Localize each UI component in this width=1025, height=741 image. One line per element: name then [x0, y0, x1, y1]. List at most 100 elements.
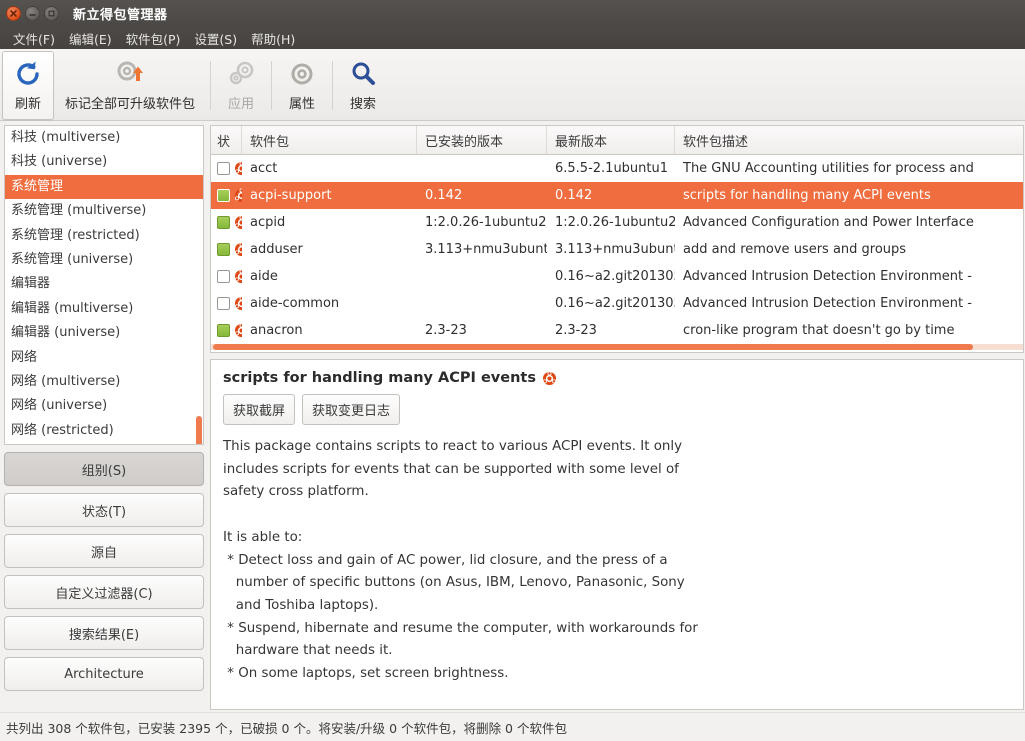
menu-settings[interactable]: 设置(S) [187, 27, 244, 50]
category-list[interactable]: 科技 (multiverse) 科技 (universe) 系统管理 系统管理 … [4, 125, 204, 445]
properties-icon [287, 57, 317, 91]
table-row[interactable]: anacron 2.3-23 2.3-23 cron-like program … [211, 317, 1023, 344]
menu-help[interactable]: 帮助(H) [244, 27, 302, 50]
column-header-installed-version[interactable]: 已安装的版本 [417, 126, 547, 154]
table-rows: acct 6.5.5-2.1ubuntu1 The GNU Accounting… [211, 155, 1023, 352]
close-icon[interactable] [6, 6, 21, 21]
detail-title-row: scripts for handling many ACPI events [223, 370, 1011, 386]
package-icon [234, 242, 242, 257]
row-latest-version: 0.142 [555, 188, 593, 203]
category-item[interactable]: 网络 [5, 346, 203, 370]
mark-upgrades-icon [114, 57, 146, 91]
menu-bar: 文件(F) 编辑(E) 软件包(P) 设置(S) 帮助(H) [0, 27, 1025, 49]
column-header-latest-version[interactable]: 最新版本 [547, 126, 675, 154]
category-item[interactable]: 系统管理 (restricted) [5, 224, 203, 248]
package-table: 状 软件包 已安装的版本 最新版本 软件包描述 acct 6.5.5-2.1ub… [210, 125, 1024, 353]
package-checkbox[interactable] [217, 189, 230, 202]
table-row[interactable]: aide-common 0.16~a2.git201305 Advanced I… [211, 290, 1023, 317]
row-state-cell[interactable] [211, 296, 242, 311]
table-header-row: 状 软件包 已安装的版本 最新版本 软件包描述 [211, 126, 1023, 155]
minimize-icon[interactable] [25, 6, 40, 21]
row-package-name: anacron [250, 323, 303, 338]
refresh-label: 刷新 [14, 97, 41, 112]
refresh-button[interactable]: 刷新 [2, 51, 54, 120]
mark-all-upgrades-button[interactable]: 标记全部可升级软件包 [54, 51, 206, 120]
row-installed-version: 2.3-23 [425, 323, 467, 338]
category-item[interactable]: 网络 (multiverse) [5, 370, 203, 394]
row-installed-version: 3.113+nmu3ubunt [425, 242, 547, 257]
package-checkbox[interactable] [217, 270, 230, 283]
row-latest-version: 0.16~a2.git201305 [555, 296, 675, 311]
row-state-cell[interactable] [211, 161, 242, 176]
filter-custom-button[interactable]: 自定义过滤器(C) [4, 575, 204, 609]
category-item[interactable]: 编辑器 (multiverse) [5, 297, 203, 321]
table-row[interactable]: aide 0.16~a2.git201305 Advanced Intrusio… [211, 263, 1023, 290]
row-description: Advanced Intrusion Detection Environment… [683, 296, 972, 311]
package-checkbox[interactable] [217, 162, 230, 175]
category-list-scrollbar[interactable] [196, 416, 202, 444]
column-header-package[interactable]: 软件包 [242, 126, 417, 154]
row-state-cell[interactable] [211, 242, 242, 257]
menu-file[interactable]: 文件(F) [6, 27, 62, 50]
toolbar-separator-2 [271, 61, 273, 110]
row-package-name: adduser [250, 242, 303, 257]
filter-status-button[interactable]: 状态(T) [4, 493, 204, 527]
table-hscrollbar[interactable] [213, 344, 973, 350]
window-title: 新立得包管理器 [73, 8, 168, 23]
row-package-name: acct [250, 161, 278, 176]
row-package-name: aide-common [250, 296, 340, 311]
column-header-description[interactable]: 软件包描述 [675, 126, 1023, 154]
row-description: The GNU Accounting utilities for process… [683, 161, 974, 176]
table-row[interactable]: acct 6.5.5-2.1ubuntu1 The GNU Accounting… [211, 155, 1023, 182]
filter-origin-button[interactable]: 源自 [4, 534, 204, 568]
content-area: 状 软件包 已安装的版本 最新版本 软件包描述 acct 6.5.5-2.1ub… [208, 121, 1025, 712]
package-icon [234, 269, 242, 284]
get-changelog-button[interactable]: 获取变更日志 [302, 394, 401, 425]
filter-architecture-button[interactable]: Architecture [4, 657, 204, 691]
main-body: 科技 (multiverse) 科技 (universe) 系统管理 系统管理 … [0, 121, 1025, 712]
row-latest-version: 2.3-23 [555, 323, 597, 338]
maximize-icon[interactable] [44, 6, 59, 21]
category-item-selected[interactable]: 系统管理 [5, 174, 203, 200]
filter-sections-button[interactable]: 组别(S) [4, 452, 204, 486]
mark-upgrades-label: 标记全部可升级软件包 [65, 97, 196, 112]
detail-title-text: scripts for handling many ACPI events [223, 370, 536, 386]
package-icon [234, 323, 242, 338]
column-header-state[interactable]: 状 [211, 126, 242, 154]
row-state-cell[interactable] [211, 188, 242, 203]
filter-search-results-button[interactable]: 搜索结果(E) [4, 616, 204, 650]
properties-button[interactable]: 属性 [276, 51, 328, 120]
category-item[interactable]: 科技 (multiverse) [5, 126, 203, 150]
row-package-name: aide [250, 269, 278, 284]
row-description: Advanced Configuration and Power Interfa… [683, 215, 974, 230]
package-checkbox[interactable] [217, 216, 230, 229]
menu-edit[interactable]: 编辑(E) [62, 27, 119, 50]
package-checkbox[interactable] [217, 297, 230, 310]
package-icon [234, 188, 242, 203]
row-installed-version: 1:2.0.26-1ubuntu2 [425, 215, 547, 230]
category-item[interactable]: 系统管理 (multiverse) [5, 199, 203, 223]
category-item[interactable]: 网络 (restricted) [5, 419, 203, 443]
row-state-cell[interactable] [211, 323, 242, 338]
apply-icon [226, 57, 256, 91]
row-state-cell[interactable] [211, 215, 242, 230]
apply-button[interactable]: 应用 [215, 51, 267, 120]
table-row-selected[interactable]: acpi-support 0.142 0.142 scripts for han… [211, 182, 1023, 209]
table-row[interactable]: acpid 1:2.0.26-1ubuntu2 1:2.0.26-1ubuntu… [211, 209, 1023, 236]
package-icon [234, 215, 242, 230]
category-item[interactable]: 系统管理 (universe) [5, 248, 203, 272]
search-button[interactable]: 搜索 [337, 51, 389, 120]
get-screenshot-button[interactable]: 获取截屏 [223, 394, 296, 425]
category-item[interactable]: 编辑器 (universe) [5, 321, 203, 345]
category-item[interactable]: 科技 (universe) [5, 150, 203, 174]
package-checkbox[interactable] [217, 324, 230, 337]
search-icon [348, 57, 378, 91]
package-detail-pane: scripts for handling many ACPI events 获取… [210, 359, 1024, 710]
category-item[interactable]: 网络 (universe) [5, 394, 203, 418]
category-item[interactable]: 编辑器 [5, 272, 203, 296]
menu-package[interactable]: 软件包(P) [119, 27, 188, 50]
package-checkbox[interactable] [217, 243, 230, 256]
row-state-cell[interactable] [211, 269, 242, 284]
title-bar: 新立得包管理器 [0, 0, 1025, 27]
table-row[interactable]: adduser 3.113+nmu3ubunt 3.113+nmu3ubunt … [211, 236, 1023, 263]
